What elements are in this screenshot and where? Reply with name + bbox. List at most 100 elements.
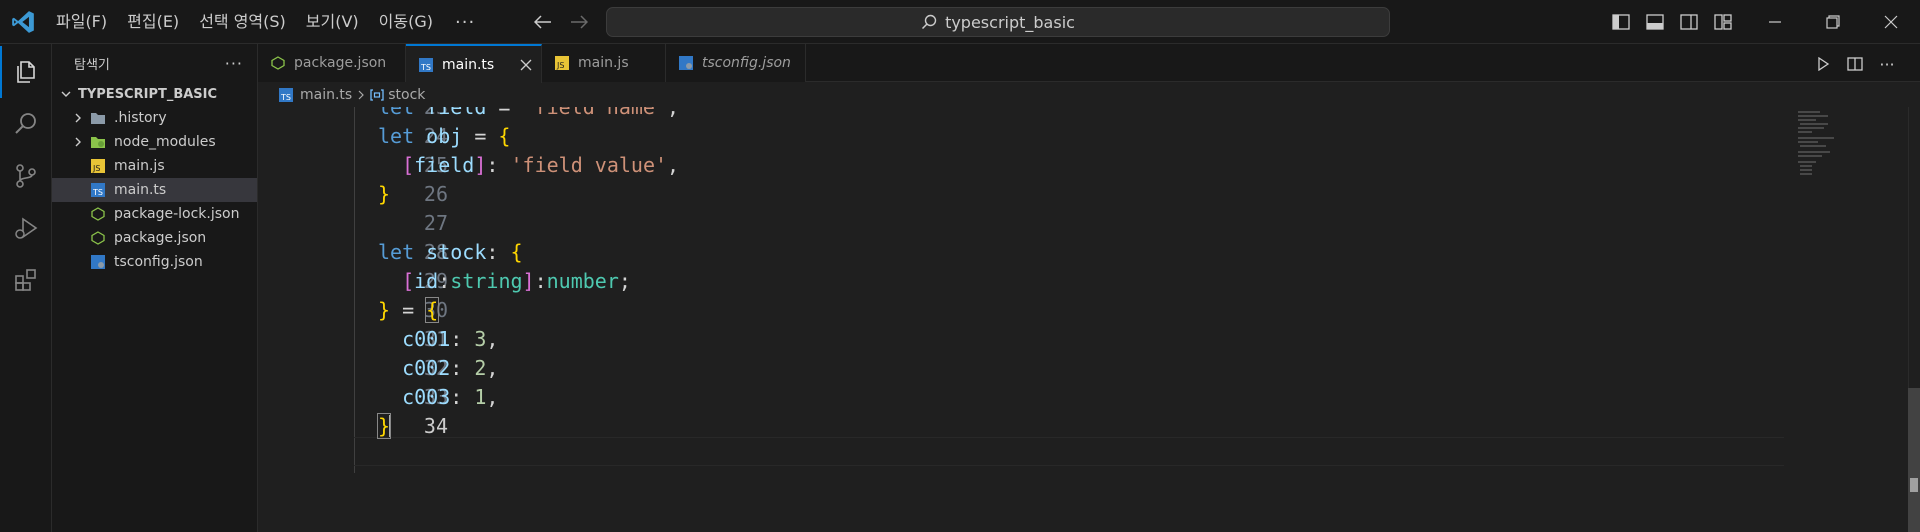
code-line: 34 } xyxy=(258,412,1788,441)
vscode-logo-icon[interactable] xyxy=(10,9,36,35)
tree-item-tsconfig[interactable]: tsconfig.json xyxy=(52,250,257,274)
tab-tsconfig[interactable]: tsconfig.json xyxy=(666,44,806,82)
tree-item-main-ts[interactable]: TS main.ts xyxy=(52,178,257,202)
forward-arrow-icon[interactable] xyxy=(566,10,592,34)
svg-text:TS: TS xyxy=(92,188,103,197)
extensions-activity[interactable] xyxy=(0,254,52,306)
breadcrumb-symbol[interactable]: stock xyxy=(388,87,425,103)
explorer-files-icon xyxy=(17,61,35,83)
explorer-more-icon[interactable]: ··· xyxy=(225,54,243,73)
tree-item-main-js[interactable]: JS main.js xyxy=(52,154,257,178)
restore-icon[interactable] xyxy=(1804,0,1862,44)
menu-file[interactable]: 파일(F) xyxy=(46,7,117,37)
text-cursor xyxy=(389,415,392,437)
ts-file-icon: TS xyxy=(278,87,294,103)
code-content: [field]: 'field value', xyxy=(402,153,680,177)
code-line: 33 c003: 1, xyxy=(258,383,1788,412)
chevron-right-icon xyxy=(70,110,86,126)
code-content: c001: 3, xyxy=(402,327,499,351)
tree-item-label: package-lock.json xyxy=(114,206,240,222)
editor-tabs: package.json TS main.ts JS main.js tscon… xyxy=(258,44,1920,83)
extensions-icon xyxy=(15,269,36,291)
split-editor-icon[interactable] xyxy=(1844,54,1866,74)
scrollbar-thumb[interactable] xyxy=(1908,388,1920,532)
tree-item-node-modules[interactable]: node_modules xyxy=(52,130,257,154)
tab-label: package.json xyxy=(294,55,387,71)
tree-item-label: package.json xyxy=(114,230,207,246)
source-control-activity[interactable] xyxy=(0,150,52,202)
toggle-panel-icon[interactable] xyxy=(1642,10,1668,34)
breadcrumb: TS main.ts stock xyxy=(258,83,1920,107)
command-center-search[interactable]: typescript_basic xyxy=(606,7,1390,37)
svg-text:JS: JS xyxy=(556,61,564,70)
menu-more-icon[interactable]: ··· xyxy=(443,12,487,33)
tree-item-label: main.ts xyxy=(114,182,167,198)
tree-item-package-lock[interactable]: package-lock.json xyxy=(52,202,257,226)
code-line: 25 [field]: 'field value', xyxy=(258,151,1788,180)
source-control-icon xyxy=(16,164,36,188)
tree-item-label: node_modules xyxy=(114,134,216,150)
explorer-title: 탐색기 xyxy=(74,57,110,73)
tab-main-js[interactable]: JS main.js xyxy=(542,44,666,82)
tab-label: main.ts xyxy=(442,56,495,73)
js-file-icon: JS xyxy=(90,158,106,174)
tree-item-history[interactable]: .history xyxy=(52,106,257,130)
line-number: 27 xyxy=(423,211,448,235)
title-bar: 파일(F) 편집(E) 선택 영역(S) 보기(V) 이동(G) ··· typ… xyxy=(0,0,1920,44)
tree-item-label: .history xyxy=(114,110,167,126)
run-file-icon[interactable] xyxy=(1812,54,1834,74)
workspace-section-header[interactable]: TYPESCRIPT_BASIC xyxy=(52,82,257,106)
code-line: 24 let obj = { xyxy=(258,122,1788,151)
tab-package-json[interactable]: package.json xyxy=(258,44,406,82)
code-content: let obj = { xyxy=(378,124,511,148)
tree-item-label: main.js xyxy=(114,158,165,174)
node-folder-icon xyxy=(90,134,106,150)
more-actions-icon[interactable]: ··· xyxy=(1876,54,1898,74)
svg-text:TS: TS xyxy=(420,63,431,72)
tree-item-package-json[interactable]: package.json xyxy=(52,226,257,250)
current-line-highlight xyxy=(354,437,1784,466)
code-line: 32 c002: 2, xyxy=(258,354,1788,383)
menu-bar: 파일(F) 편집(E) 선택 영역(S) 보기(V) 이동(G) ··· xyxy=(46,0,487,44)
code-content: } xyxy=(376,412,392,441)
customize-layout-icon[interactable] xyxy=(1710,10,1736,34)
code-line: 29 [id:string]:number; xyxy=(258,267,1788,296)
menu-go[interactable]: 이동(G) xyxy=(369,7,443,37)
back-arrow-icon[interactable] xyxy=(530,10,556,34)
close-tab-icon[interactable] xyxy=(517,56,535,74)
tsconfig-file-icon xyxy=(90,254,106,270)
line-number: 26 xyxy=(423,182,448,206)
menu-view[interactable]: 보기(V) xyxy=(296,7,369,37)
breadcrumb-file[interactable]: main.ts xyxy=(300,87,352,103)
ts-file-icon: TS xyxy=(418,57,434,73)
code-line: 30 } = { xyxy=(258,296,1788,325)
tsconfig-file-icon xyxy=(678,55,694,71)
menu-edit[interactable]: 편집(E) xyxy=(117,7,189,37)
explorer-header: 탐색기 ··· xyxy=(52,44,257,82)
code-line: 27 xyxy=(258,209,1788,238)
active-indicator xyxy=(0,46,2,98)
minimize-icon[interactable] xyxy=(1746,0,1804,44)
npm-file-icon xyxy=(270,55,286,71)
svg-text:JS: JS xyxy=(92,164,100,173)
run-debug-activity[interactable] xyxy=(0,202,52,254)
menu-selection[interactable]: 선택 영역(S) xyxy=(189,7,296,37)
search-icon xyxy=(922,14,937,30)
ts-file-icon: TS xyxy=(90,182,106,198)
code-line: 26 } xyxy=(258,180,1788,209)
close-window-icon[interactable] xyxy=(1862,0,1920,44)
code-content: c002: 2, xyxy=(402,356,499,380)
variable-symbol-icon xyxy=(370,89,384,101)
search-activity[interactable] xyxy=(0,98,52,150)
matching-bracket: { xyxy=(425,297,440,323)
explorer-activity[interactable] xyxy=(0,46,52,98)
toggle-primary-sidebar-icon[interactable] xyxy=(1608,10,1634,34)
search-icon xyxy=(15,113,36,134)
tab-main-ts[interactable]: TS main.ts xyxy=(406,44,542,83)
toggle-secondary-sidebar-icon[interactable] xyxy=(1676,10,1702,34)
code-content: } = { xyxy=(378,297,440,323)
tree-item-label: tsconfig.json xyxy=(114,254,203,270)
code-editor[interactable]: 22 23 let field = 'field name'; 24 let o… xyxy=(258,107,1920,532)
minimap[interactable] xyxy=(1788,107,1908,187)
code-content: let field = 'field name'; xyxy=(378,107,680,119)
